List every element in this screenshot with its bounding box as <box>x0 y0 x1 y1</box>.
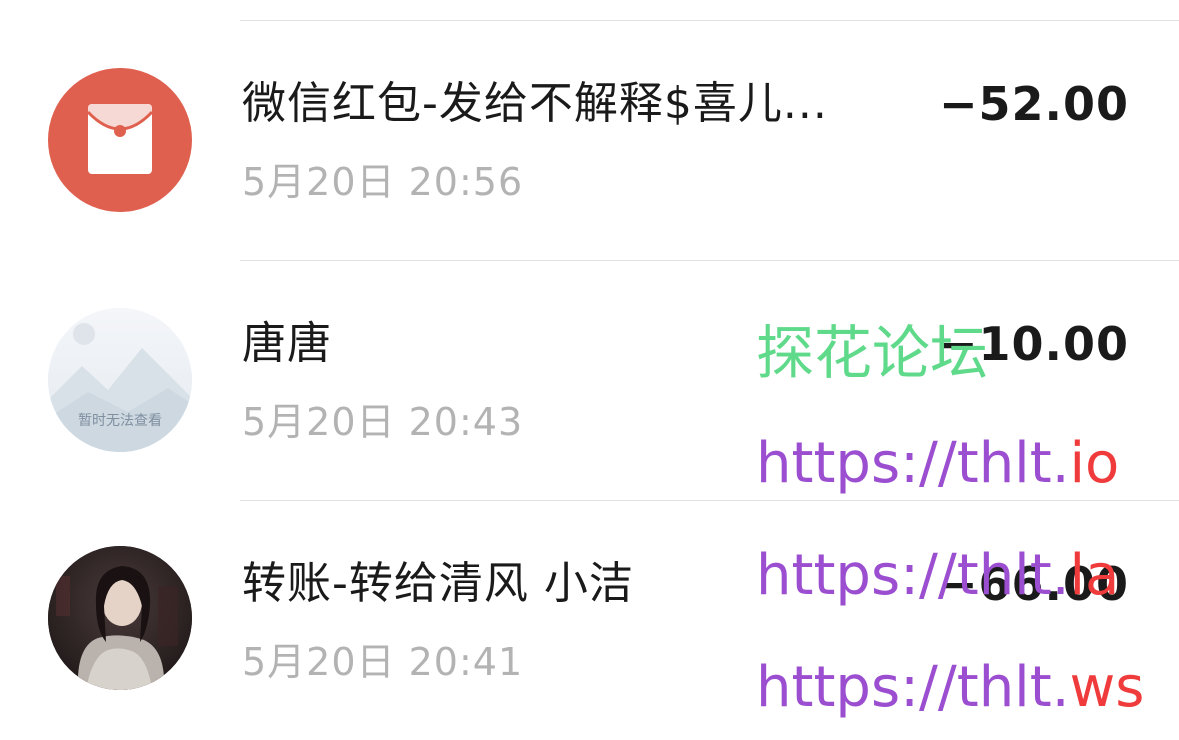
transaction-amount: −66.00 <box>938 557 1129 611</box>
user-photo-glyph <box>48 546 192 690</box>
transaction-row[interactable]: 暂时无法查看 唐唐 5月20日 20:43 −10.00 <box>0 260 1179 500</box>
transaction-row[interactable]: 微信红包-发给不解释$喜儿... 5月20日 20:56 −52.00 <box>0 20 1179 260</box>
transaction-time: 5月20日 20:56 <box>242 160 524 204</box>
transaction-time: 5月20日 20:43 <box>242 400 524 444</box>
red-envelope-glyph <box>86 104 154 174</box>
user-photo-avatar <box>48 546 192 690</box>
image-unavailable-icon: 暂时无法查看 <box>48 308 192 452</box>
transaction-time: 5月20日 20:41 <box>242 640 524 684</box>
red-envelope-icon <box>48 68 192 212</box>
transaction-row[interactable]: 转账-转给清风 小洁 5月20日 20:41 −66.00 <box>0 500 1179 740</box>
transaction-title: 转账-转给清风 小洁 <box>242 558 634 609</box>
transaction-amount: −10.00 <box>938 317 1129 371</box>
transaction-amount: −52.00 <box>938 77 1129 131</box>
placeholder-landscape-glyph <box>48 308 192 452</box>
transaction-title: 微信红包-发给不解释$喜儿... <box>242 78 828 129</box>
transaction-title: 唐唐 <box>242 318 332 369</box>
image-unavailable-caption: 暂时无法查看 <box>78 413 162 429</box>
bill-list: 微信红包-发给不解释$喜儿... 5月20日 20:56 −52.00 暂时无法… <box>0 0 1179 727</box>
